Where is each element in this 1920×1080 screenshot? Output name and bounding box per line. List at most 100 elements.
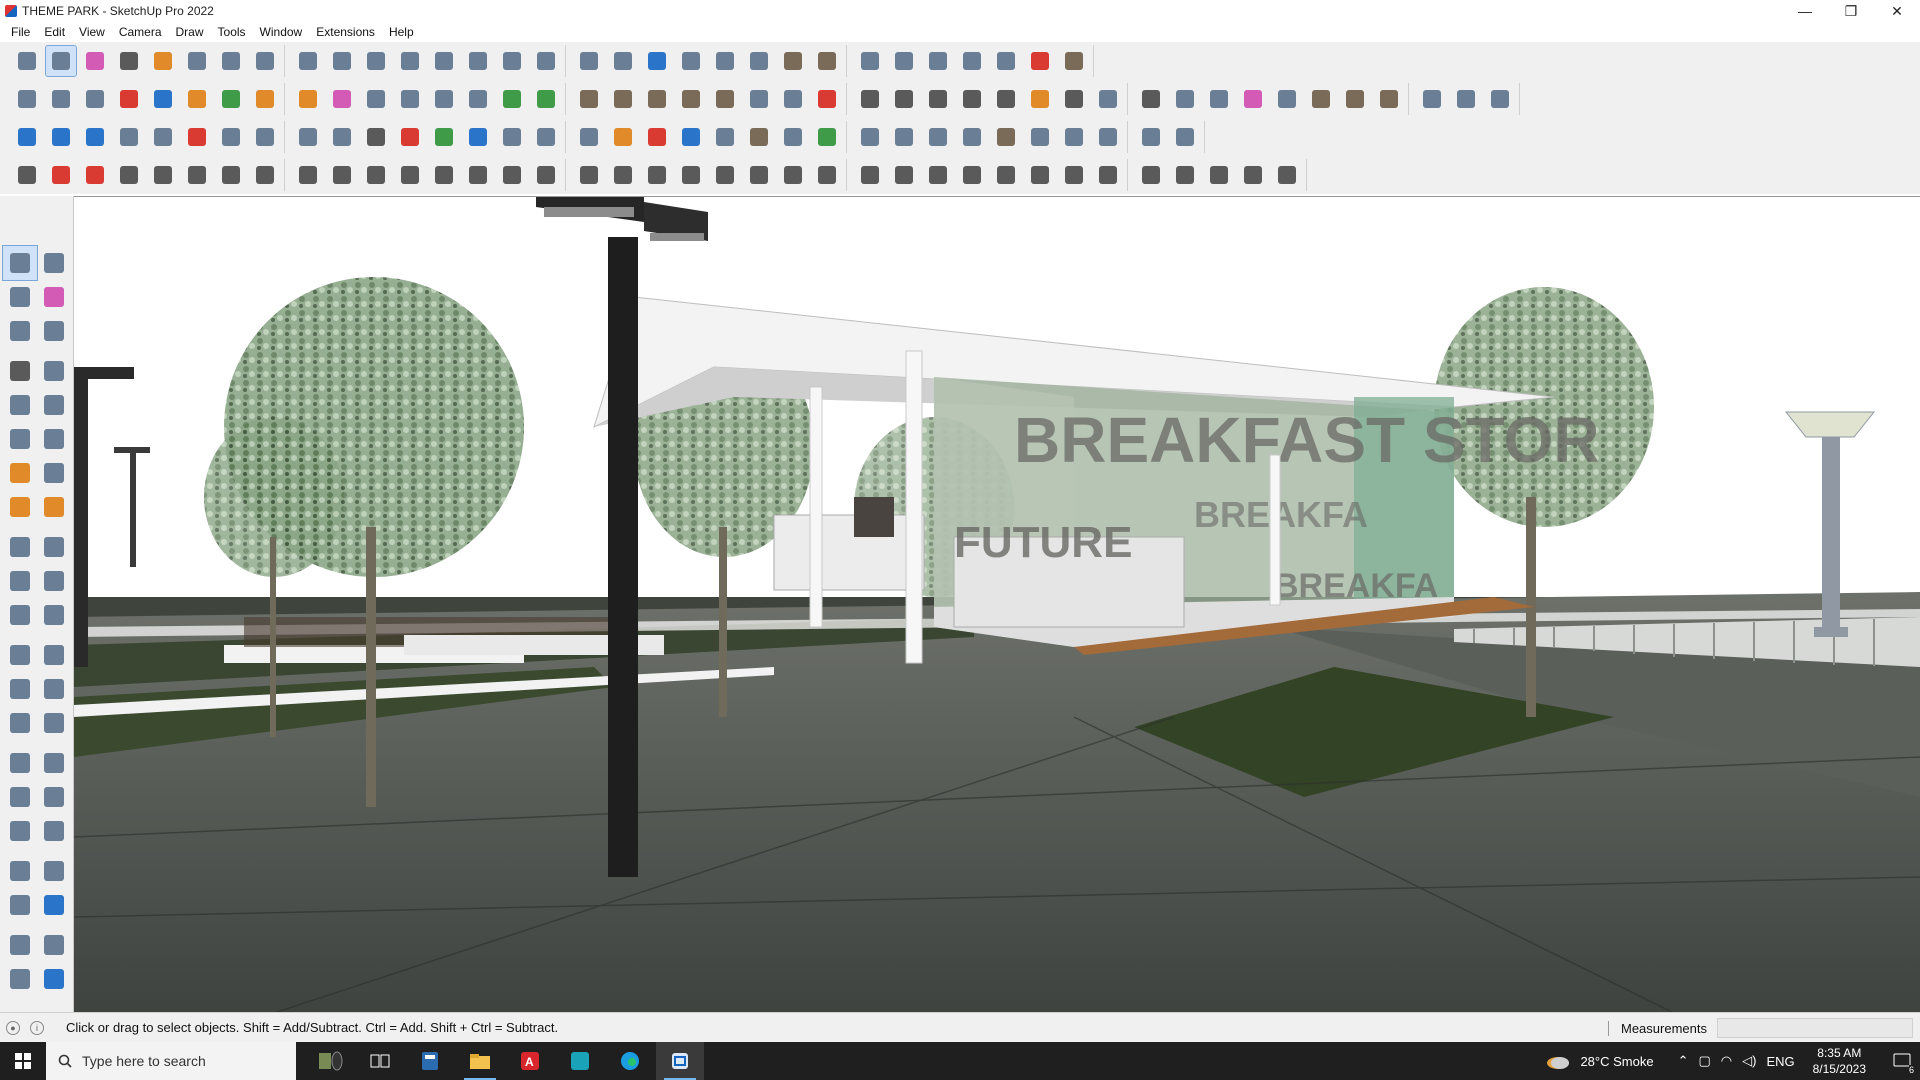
look-around-tool[interactable] bbox=[37, 854, 71, 888]
redo-button[interactable] bbox=[1025, 46, 1055, 76]
section-fill-tool[interactable] bbox=[3, 962, 37, 996]
extension-warehouse-button[interactable] bbox=[812, 46, 842, 76]
line-h-button[interactable] bbox=[608, 160, 638, 190]
dots-button[interactable] bbox=[1093, 122, 1123, 152]
shape4-button[interactable] bbox=[293, 160, 323, 190]
door-button[interactable] bbox=[293, 122, 323, 152]
cube-group2-button[interactable] bbox=[889, 122, 919, 152]
text-label-button[interactable] bbox=[114, 122, 144, 152]
zoom-button[interactable] bbox=[12, 46, 42, 76]
stairs-button[interactable] bbox=[1272, 84, 1302, 114]
iso-view-button[interactable] bbox=[12, 84, 42, 114]
pencil-tool[interactable] bbox=[37, 314, 71, 348]
box-button[interactable] bbox=[744, 122, 774, 152]
menu-extensions[interactable]: Extensions bbox=[309, 25, 382, 39]
zoom-window-tool[interactable] bbox=[37, 780, 71, 814]
section-cut-button[interactable] bbox=[710, 46, 740, 76]
rotate-button[interactable] bbox=[327, 46, 357, 76]
menu-window[interactable]: Window bbox=[253, 25, 310, 39]
paint-bucket-tool[interactable] bbox=[3, 280, 37, 314]
grid-button[interactable] bbox=[957, 122, 987, 152]
maps-app-icon[interactable] bbox=[556, 1042, 604, 1080]
move-tool[interactable] bbox=[3, 530, 37, 564]
acrobat-icon[interactable]: A bbox=[506, 1042, 554, 1080]
qr-button[interactable] bbox=[1170, 122, 1200, 152]
follow-me-button[interactable] bbox=[250, 46, 280, 76]
spline-red-button[interactable] bbox=[46, 160, 76, 190]
arc-shape-button[interactable] bbox=[1025, 84, 1055, 114]
push-pull-orange2-button[interactable] bbox=[293, 84, 323, 114]
scene-canvas[interactable]: BREAKFAST STOR FUTURE BREAKFA BREAKFA bbox=[74, 197, 1920, 1012]
select-button[interactable] bbox=[45, 45, 77, 77]
select-shape-button[interactable] bbox=[1136, 84, 1166, 114]
orbit2-tool[interactable] bbox=[3, 746, 37, 780]
undo-button[interactable] bbox=[991, 46, 1021, 76]
push-pull-red-button[interactable] bbox=[114, 84, 144, 114]
taskbar-search[interactable]: Type here to search bbox=[46, 1042, 296, 1080]
components-button[interactable] bbox=[923, 46, 953, 76]
line-e-button[interactable] bbox=[497, 160, 527, 190]
arc-red-button[interactable] bbox=[642, 122, 672, 152]
styles-button[interactable] bbox=[957, 46, 987, 76]
model-viewport[interactable]: BREAKFAST STOR FUTURE BREAKFA BREAKFA bbox=[74, 196, 1920, 1012]
scale-tool[interactable] bbox=[3, 598, 37, 632]
menu-tools[interactable]: Tools bbox=[211, 25, 253, 39]
line-m-button[interactable] bbox=[778, 160, 808, 190]
line-button[interactable] bbox=[114, 46, 144, 76]
tower-button[interactable] bbox=[531, 122, 561, 152]
geo-location-icon[interactable]: ● bbox=[6, 1020, 20, 1035]
info-icon[interactable]: i bbox=[30, 1020, 44, 1035]
dimension-tool[interactable] bbox=[37, 638, 71, 672]
orbit-tool[interactable] bbox=[37, 246, 71, 280]
rect-shape-button[interactable] bbox=[855, 84, 885, 114]
tag-button[interactable] bbox=[778, 84, 808, 114]
line-g-button[interactable] bbox=[574, 160, 604, 190]
extrude3-button[interactable] bbox=[463, 84, 493, 114]
text-tool[interactable] bbox=[37, 672, 71, 706]
line-k-button[interactable] bbox=[710, 160, 740, 190]
eraser-tool[interactable] bbox=[37, 280, 71, 314]
dimension-button[interactable] bbox=[1204, 84, 1234, 114]
line-q-button[interactable] bbox=[923, 160, 953, 190]
top-view-button[interactable] bbox=[46, 84, 76, 114]
measurements-input[interactable] bbox=[1716, 1018, 1913, 1038]
soften-button[interactable] bbox=[361, 84, 391, 114]
follow-me-tool[interactable] bbox=[37, 564, 71, 598]
push-pull-button[interactable] bbox=[216, 46, 246, 76]
circle-shape-button[interactable] bbox=[889, 84, 919, 114]
arc-tool[interactable] bbox=[3, 456, 37, 490]
line-n-button[interactable] bbox=[812, 160, 842, 190]
section-display-button[interactable] bbox=[676, 46, 706, 76]
task-view-icon[interactable] bbox=[356, 1042, 404, 1080]
bend-button[interactable] bbox=[327, 122, 357, 152]
plane-blue2-button[interactable] bbox=[46, 122, 76, 152]
push-pull-magenta-button[interactable] bbox=[327, 84, 357, 114]
freehand-tool[interactable] bbox=[37, 354, 71, 388]
calculator-icon[interactable] bbox=[406, 1042, 454, 1080]
warning-button[interactable] bbox=[574, 122, 604, 152]
gem-button[interactable] bbox=[923, 122, 953, 152]
meet-now-icon[interactable]: ▢ bbox=[1698, 1053, 1710, 1069]
edge-browser-icon[interactable] bbox=[606, 1042, 654, 1080]
tree-button[interactable] bbox=[812, 122, 842, 152]
box-outline-button[interactable] bbox=[991, 122, 1021, 152]
brick-button[interactable] bbox=[1306, 84, 1336, 114]
input-language[interactable]: ENG bbox=[1766, 1054, 1794, 1069]
offset-tool[interactable] bbox=[37, 598, 71, 632]
line-z-button[interactable] bbox=[1238, 160, 1268, 190]
house2-button[interactable] bbox=[608, 84, 638, 114]
cone-button[interactable] bbox=[497, 122, 527, 152]
rectangle-tool[interactable] bbox=[3, 388, 37, 422]
line-w-button[interactable] bbox=[1136, 160, 1166, 190]
line-f-button[interactable] bbox=[531, 160, 561, 190]
rectangle-button[interactable] bbox=[182, 46, 212, 76]
section-plane-tool[interactable] bbox=[37, 888, 71, 922]
maximize-button[interactable]: ❐ bbox=[1828, 0, 1874, 22]
shape3-button[interactable] bbox=[250, 160, 280, 190]
scale-button[interactable] bbox=[361, 46, 391, 76]
paint-bucket-button[interactable] bbox=[463, 46, 493, 76]
3d-text-tool[interactable] bbox=[37, 706, 71, 740]
target-button[interactable] bbox=[1170, 84, 1200, 114]
house5-button[interactable] bbox=[710, 84, 740, 114]
tape-measure-tool[interactable] bbox=[3, 638, 37, 672]
